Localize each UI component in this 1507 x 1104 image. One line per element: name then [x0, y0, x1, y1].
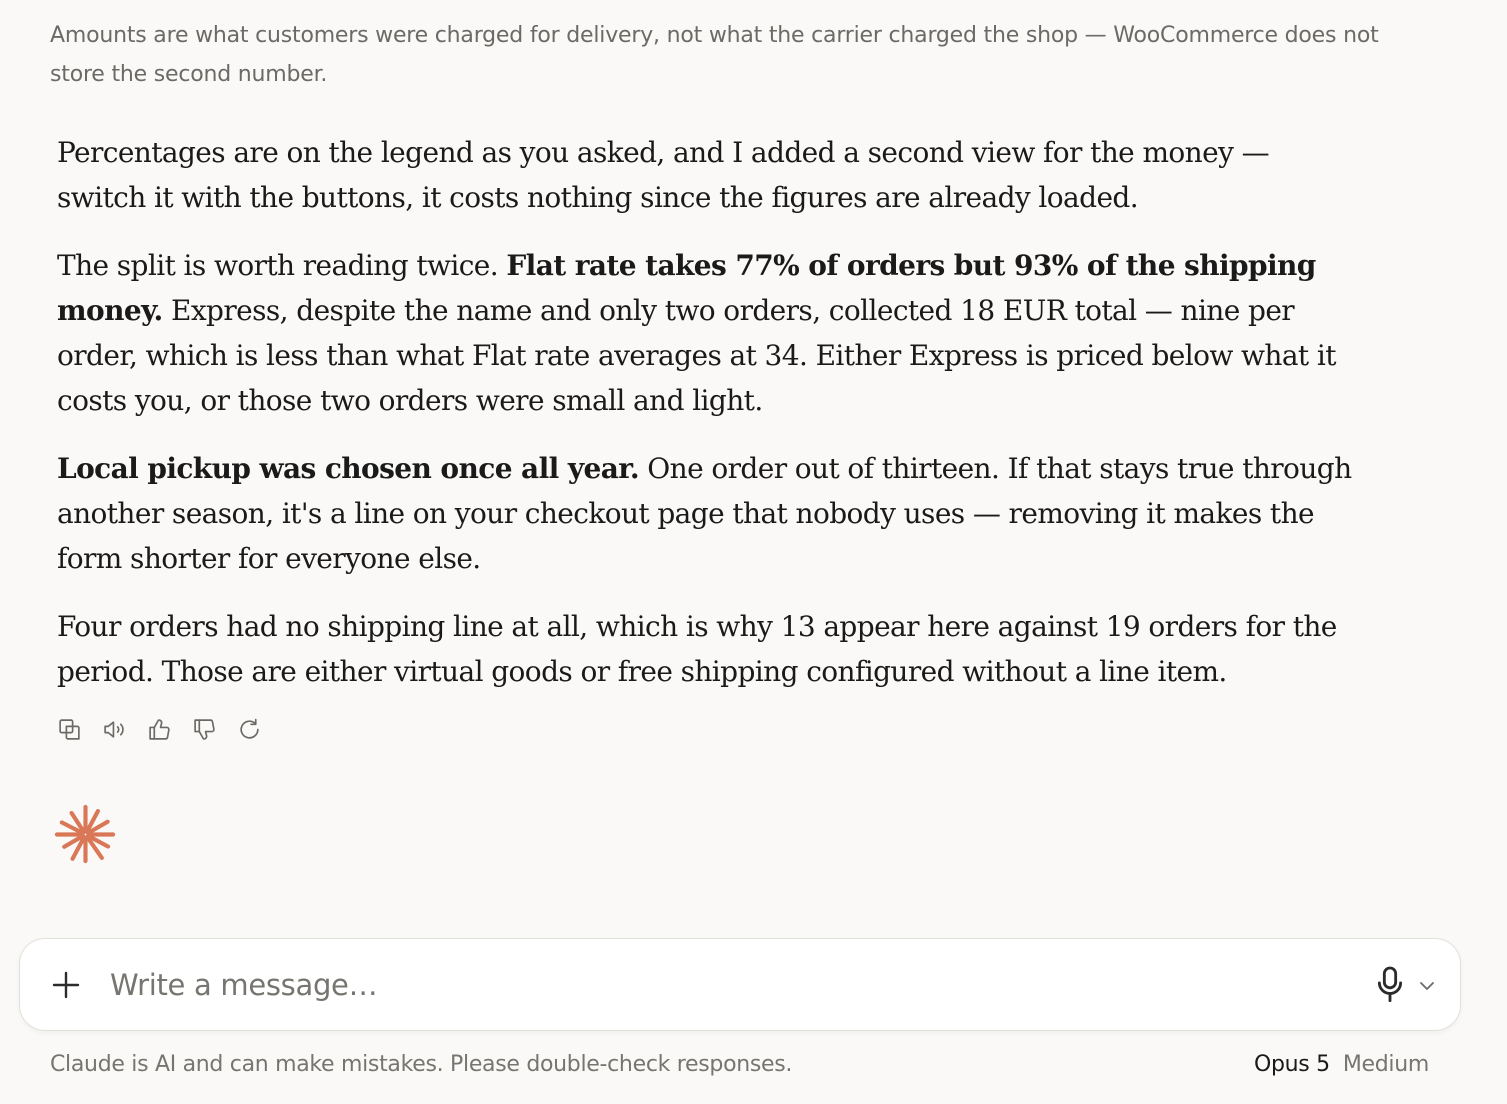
- voice-options-button[interactable]: [1416, 975, 1438, 997]
- speaker-icon: [104, 721, 124, 738]
- assistant-message: Percentages are on the legend as you ask…: [57, 130, 1357, 717]
- message-composer: [19, 938, 1461, 1031]
- message-input[interactable]: [110, 961, 1350, 1009]
- retry-button[interactable]: [234, 714, 265, 745]
- thumbs-down-button[interactable]: [189, 714, 220, 745]
- answer-paragraph-2: The split is worth reading twice. Flat r…: [57, 243, 1357, 423]
- answer-paragraph-1: Percentages are on the legend as you ask…: [57, 136, 1270, 214]
- model-name: Opus 5: [1253, 1052, 1330, 1077]
- claude-spark-icon: [54, 804, 116, 864]
- retry-icon: [240, 718, 259, 739]
- answer-paragraph-4: Four orders had no shipping line at all,…: [57, 610, 1337, 688]
- answer-paragraph-2-rest: Express, despite the name and only two o…: [57, 294, 1336, 417]
- attach-button[interactable]: [50, 969, 82, 1001]
- voice-input-button[interactable]: [1373, 965, 1407, 1005]
- answer-paragraph-3: Local pickup was chosen once all year. O…: [57, 446, 1357, 581]
- copy-icon: [59, 719, 80, 740]
- message-actions: [54, 714, 265, 745]
- thumbs-up-icon: [149, 719, 170, 740]
- ai-disclaimer: Claude is AI and can make mistakes. Plea…: [50, 1052, 793, 1077]
- answer-paragraph-2-lead: The split is worth reading twice.: [57, 249, 499, 282]
- model-selector[interactable]: Opus 5 Medium: [1254, 1052, 1429, 1077]
- model-effort: Medium: [1342, 1052, 1429, 1077]
- plus-icon: [52, 971, 80, 999]
- answer-paragraph-3-bold: Local pickup was chosen once all year.: [57, 452, 640, 485]
- chevron-down-icon: [1420, 982, 1434, 990]
- microphone-icon: [1377, 966, 1403, 1002]
- thumbs-up-button[interactable]: [144, 714, 175, 745]
- context-note: Amounts are what customers were charged …: [50, 23, 1379, 87]
- thumbs-down-icon: [194, 719, 215, 740]
- read-aloud-button[interactable]: [99, 714, 130, 745]
- copy-button[interactable]: [54, 714, 85, 745]
